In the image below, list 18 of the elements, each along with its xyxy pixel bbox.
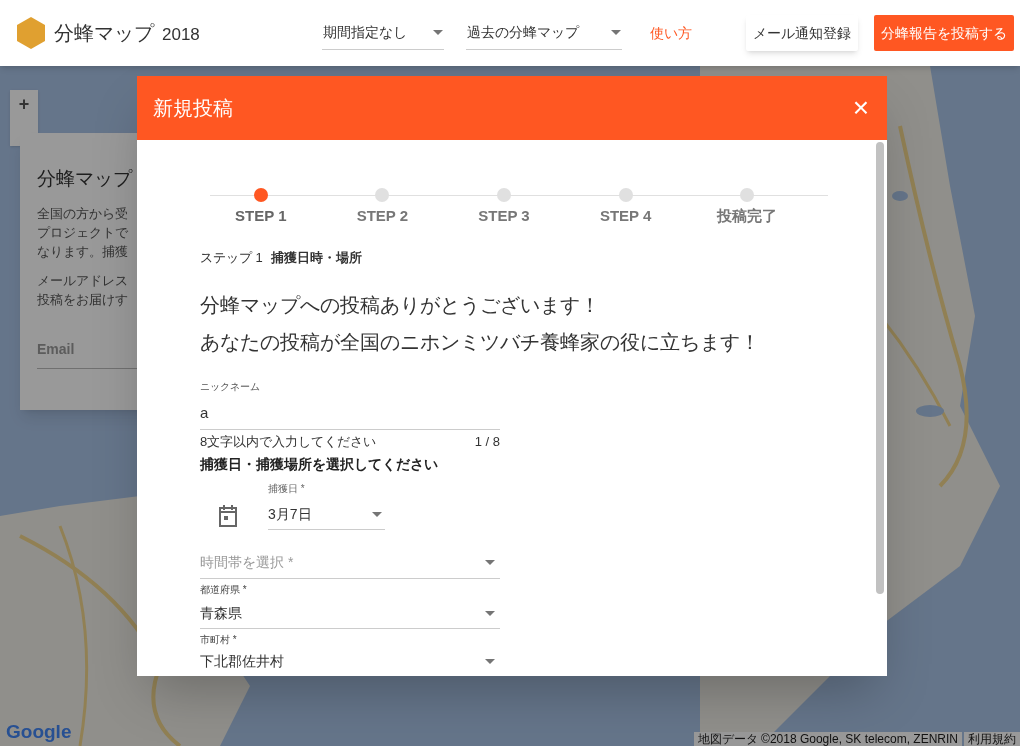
- map-attribution: 地図データ ©2018 Google, SK telecom, ZENRIN: [693, 732, 962, 746]
- character-counter: 1 / 8: [474, 432, 500, 451]
- app-title: 分蜂マップ: [54, 21, 154, 46]
- city-label: 市町村 *: [200, 633, 238, 647]
- info-paragraph: メールアドレス 投稿をお届けす: [37, 271, 128, 309]
- map-logo: Google: [6, 719, 72, 744]
- step-caption-title: 捕獲日時・場所: [270, 248, 362, 267]
- info-card-title: 分蜂マップ: [37, 167, 134, 191]
- step-caption: ステップ 1: [200, 248, 263, 267]
- date-label: 捕獲日 *: [268, 482, 306, 496]
- app-year: 2018: [162, 23, 200, 46]
- nickname-hint: 8文字以内で入力してください: [200, 432, 377, 451]
- info-paragraph: 全国の方から受 プロジェクトで なります。捕獲: [37, 204, 128, 261]
- prefecture-label: 都道府県 *: [200, 583, 248, 597]
- section-title: 捕獲日・捕獲場所を選択してください: [200, 455, 439, 474]
- dialog-title: 新規投稿: [153, 96, 233, 121]
- nickname-label: ニックネーム: [200, 380, 261, 394]
- thanks-message: 分蜂マップへの投稿ありがとうございます！ あなたの投稿が全国のニホンミツバチ養蜂家の役に立ちます！: [200, 293, 761, 355]
